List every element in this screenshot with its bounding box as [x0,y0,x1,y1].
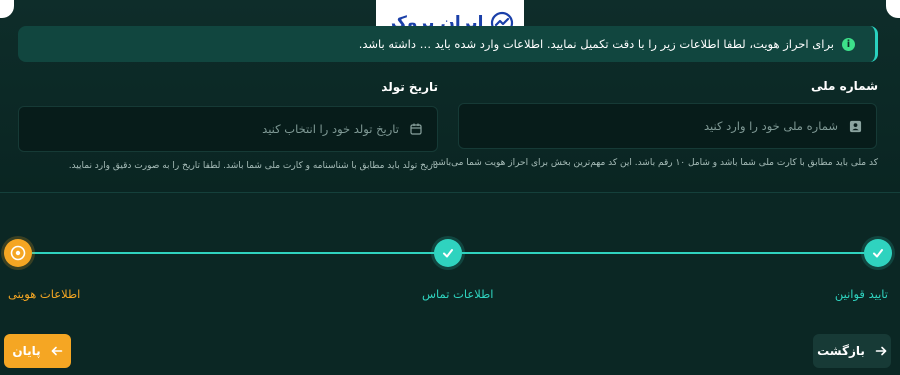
stepper-connector-right [462,252,864,254]
finish-button[interactable]: پایان [4,334,71,368]
stepper-connector-left [32,252,434,254]
arrow-left-icon [51,346,62,356]
national-id-hint: کد ملی باید مطابق با کارت ملی شما باشد و… [430,158,878,168]
finish-button-label: پایان [12,344,41,358]
national-id-label: شماره ملی [811,79,878,93]
birth-date-hint: تاریخ تولد باید مطابق با شناسنامه و کارت… [68,161,438,171]
back-button[interactable]: بازگشت [813,334,891,368]
back-button-label: بازگشت [817,344,865,358]
birth-date-label: تاریخ تولد [381,80,438,94]
calendar-icon [409,122,423,136]
step-1-label: تایید قوانین [834,287,888,301]
national-id-input[interactable] [578,119,838,133]
id-card-icon [848,119,862,133]
step-2-label: اطلاعات تماس [422,287,494,301]
step-3-label: اطلاعات هویتی [8,287,81,301]
national-id-field[interactable] [458,103,877,149]
check-icon [873,249,883,258]
step-3-indicator[interactable] [4,239,32,267]
stepper-section [0,193,900,375]
current-step-icon [10,245,26,261]
birth-date-field[interactable] [18,106,438,152]
info-banner-text: برای احراز هویت، لطفا اطلاعات زیر را با … [358,37,834,51]
arrow-right-icon [875,346,887,356]
check-icon [443,249,453,258]
step-1-indicator[interactable] [864,239,892,267]
step-2-indicator[interactable] [434,239,462,267]
info-icon: i [842,37,855,51]
info-banner: i برای احراز هویت، لطفا اطلاعات زیر را ب… [18,26,878,62]
birth-date-input[interactable] [139,122,399,136]
